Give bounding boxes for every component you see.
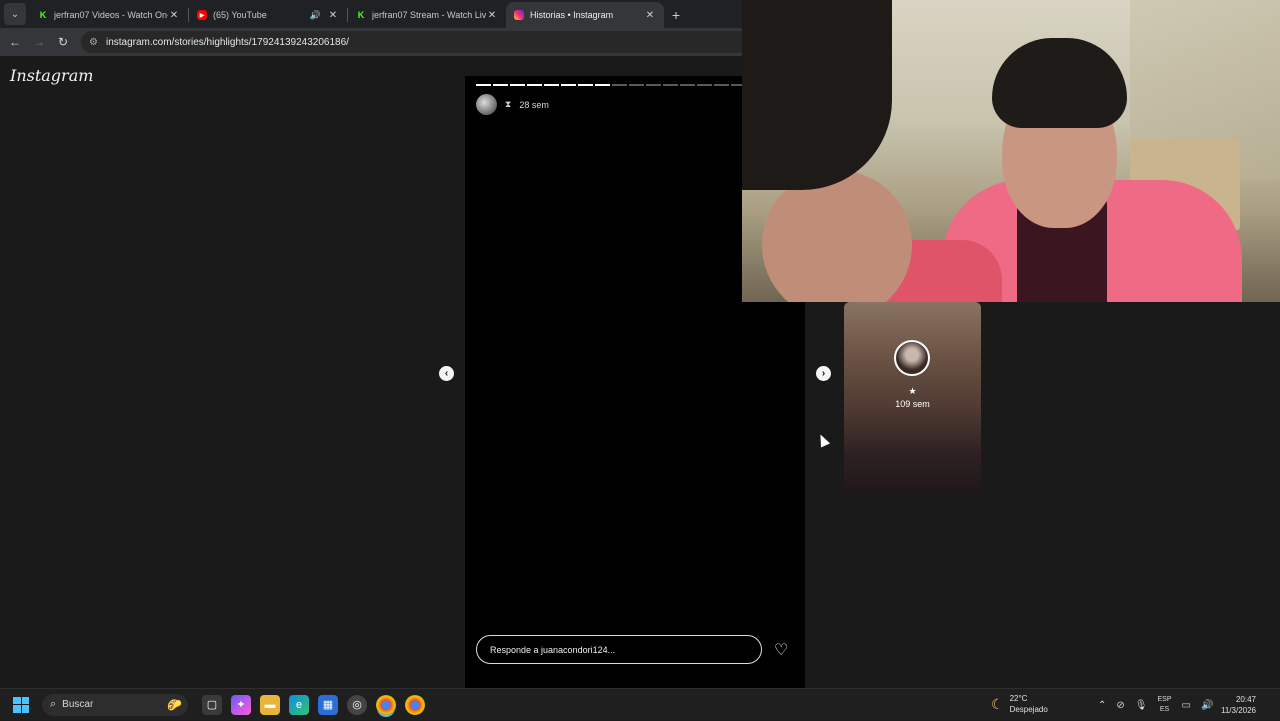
progress-segment — [544, 84, 559, 86]
like-heart-icon[interactable]: ♡ — [774, 640, 788, 660]
moon-icon: ☾ — [991, 695, 1004, 712]
obs-icon[interactable]: ◎ — [347, 694, 367, 715]
preview-overlay — [844, 302, 981, 494]
instagram-icon — [514, 10, 524, 20]
progress-segment — [697, 84, 712, 86]
weather-widget[interactable]: ☾ 22°C Despejado — [991, 693, 1048, 715]
site-settings-icon[interactable]: ⚙ — [89, 37, 98, 48]
kick-icon: K — [357, 10, 365, 20]
reload-icon[interactable]: ↻ — [51, 35, 75, 49]
tab-title: jerfran07 Stream - Watch Live o — [372, 10, 486, 20]
instagram-logo[interactable]: Instagram — [10, 66, 93, 85]
person-left-hair — [742, 0, 892, 190]
taskbar-search[interactable]: ⌕ Buscar 🌮 — [42, 693, 188, 716]
search-label: Buscar — [62, 699, 94, 710]
speaker-icon[interactable]: 🔊 — [310, 10, 321, 21]
progress-segment — [629, 84, 644, 86]
search-icon: ⌕ — [50, 698, 57, 710]
file-explorer-icon[interactable]: ▬ — [260, 694, 280, 715]
clock-time: 20:47 — [1235, 695, 1256, 704]
progress-segment — [714, 84, 729, 86]
chrome-icon[interactable] — [376, 694, 396, 715]
next-story-timestamp: 109 sem — [895, 399, 930, 409]
close-icon[interactable]: ✕ — [644, 10, 656, 21]
next-story-button[interactable]: › — [816, 366, 831, 381]
edge-icon[interactable]: e — [289, 694, 309, 715]
tab-search-button[interactable]: ⌄ — [4, 3, 26, 25]
previous-story-button[interactable]: ‹ — [439, 366, 454, 381]
copilot-icon[interactable]: ✦ — [231, 694, 251, 715]
volume-icon[interactable]: 🔊 — [1201, 700, 1213, 711]
story-timestamp: 28 sem — [519, 99, 549, 110]
progress-segment — [493, 84, 508, 86]
store-icon[interactable]: ▦ — [318, 694, 338, 715]
reply-bar: ♡ — [476, 635, 788, 664]
close-icon[interactable]: ✕ — [327, 10, 339, 21]
story-header: ⧗ 28 sem — [476, 94, 549, 115]
tab-title: jerfran07 Videos - Watch On-De — [54, 10, 168, 20]
youtube-icon: ▶ — [197, 10, 207, 20]
tab-youtube[interactable]: ▶ (65) YouTube 🔊 ✕ — [189, 2, 347, 28]
avatar[interactable] — [476, 94, 497, 115]
progress-segment — [680, 84, 695, 86]
system-tray: ⌃ ⊘ 🎙 ESP ES ▭ 🔊 — [1098, 689, 1213, 721]
tab-title: (65) YouTube — [213, 10, 267, 20]
progress-segment — [646, 84, 661, 86]
keyboard-layout: ES — [1159, 706, 1170, 713]
progress-segment — [476, 84, 491, 86]
back-icon[interactable]: ← — [3, 35, 27, 49]
windows-start-icon[interactable] — [13, 696, 29, 713]
new-tab-button[interactable]: + — [664, 3, 688, 27]
avatar — [894, 340, 930, 376]
close-icon[interactable]: ✕ — [168, 10, 180, 21]
progress-segment — [510, 84, 525, 86]
progress-segment — [527, 84, 542, 86]
progress-segment — [663, 84, 678, 86]
task-view-icon[interactable]: ▢ — [202, 694, 222, 715]
tab-kick-stream[interactable]: K jerfran07 Stream - Watch Live o ✕ — [348, 2, 506, 28]
person-right-hair — [992, 38, 1127, 128]
clock-date: 11/3/2026 — [1221, 706, 1256, 715]
highlight-icon: ⧗ — [505, 99, 512, 109]
progress-segment — [578, 84, 593, 86]
language-code: ESP — [1157, 696, 1172, 703]
microphone-icon[interactable]: 🎙 — [1135, 700, 1148, 711]
progress-segment — [561, 84, 576, 86]
tab-title: Historias • Instagram — [530, 10, 614, 20]
windows-taskbar: ⌕ Buscar 🌮 ▢ ✦ ▬ e ▦ ◎ ☾ 22°C Despejado … — [0, 688, 1280, 720]
tab-kick-videos[interactable]: K jerfran07 Videos - Watch On-De ✕ — [30, 2, 188, 28]
story-progress-bar — [476, 84, 746, 86]
chrome-profile-icon[interactable] — [405, 694, 425, 715]
webcam-overlay — [742, 0, 1280, 302]
network-off-icon[interactable]: ⊘ — [1116, 700, 1124, 711]
search-highlight-icon: 🌮 — [167, 697, 182, 712]
next-story-preview[interactable]: ★ 109 sem — [844, 302, 981, 494]
kick-icon: K — [39, 10, 47, 20]
language-indicator[interactable]: ESP ES — [1157, 695, 1171, 715]
highlight-star-icon: ★ — [908, 386, 917, 396]
url-text: instagram.com/stories/highlights/1792413… — [105, 36, 349, 48]
taskbar-apps: ▢ ✦ ▬ e ▦ ◎ — [202, 694, 425, 715]
progress-segment — [595, 84, 610, 86]
display-icon[interactable]: ▭ — [1182, 700, 1191, 711]
forward-icon[interactable]: → — [27, 35, 51, 49]
chevron-up-icon[interactable]: ⌃ — [1098, 700, 1106, 711]
taskbar-clock[interactable]: 20:47 11/3/2026 — [1221, 694, 1256, 716]
weather-description: Despejado — [1009, 705, 1048, 714]
progress-segment — [612, 84, 627, 86]
reply-input[interactable] — [476, 635, 762, 664]
weather-temperature: 22°C — [1009, 694, 1028, 703]
tab-instagram[interactable]: Historias • Instagram ✕ — [506, 2, 664, 28]
mouse-cursor — [815, 432, 831, 448]
close-icon[interactable]: ✕ — [486, 10, 498, 21]
